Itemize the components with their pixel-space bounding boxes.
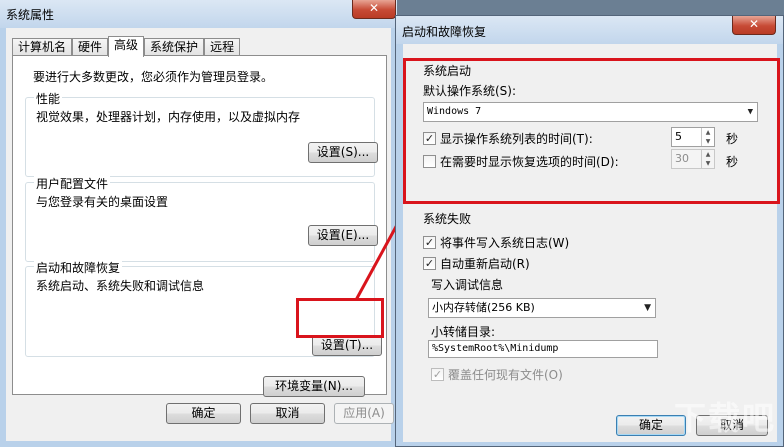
dump-dir-input[interactable]: %SystemRoot%\Minidump bbox=[428, 340, 658, 358]
close-button[interactable]: ✕ bbox=[352, 0, 396, 19]
debug-info-select[interactable]: 小内存转储(256 KB) ▼ bbox=[428, 298, 656, 318]
dropdown-arrow-icon: ▼ bbox=[644, 303, 651, 313]
select-value: Windows 7 bbox=[427, 106, 482, 117]
checkbox-label: 将事件写入系统日志(W) bbox=[440, 236, 570, 250]
os-list-time-spinner[interactable]: 5 ▲ ▼ bbox=[671, 127, 715, 147]
environment-variables-button[interactable]: 环境变量(N)... bbox=[263, 376, 365, 397]
tab-remote[interactable]: 远程 bbox=[204, 38, 241, 56]
dump-dir-label: 小转储目录: bbox=[431, 325, 496, 339]
cancel-button[interactable]: 取消 bbox=[250, 403, 325, 424]
startup-settings-button[interactable]: 设置(T)... bbox=[312, 335, 382, 356]
checkbox-label: 在需要时显示恢复选项的时间(D): bbox=[440, 155, 619, 169]
group-description: 与您登录有关的桌面设置 bbox=[36, 195, 169, 209]
user-profiles-group: 用户配置文件 与您登录有关的桌面设置 设置(E)... bbox=[25, 175, 378, 262]
profiles-settings-button[interactable]: 设置(E)... bbox=[308, 225, 378, 246]
tab-advanced[interactable]: 高级 bbox=[108, 36, 145, 57]
ok-button[interactable]: 确定 bbox=[166, 403, 241, 424]
window-title: 启动和故障恢复 bbox=[402, 25, 487, 39]
startup-recovery-window: 启动和故障恢复 ✕ 系统启动 默认操作系统(S): Windows 7 ▼ ✓ … bbox=[395, 15, 784, 447]
spinner-arrows-icon[interactable]: ▲ ▼ bbox=[701, 128, 714, 146]
window-title: 系统属性 bbox=[6, 8, 55, 22]
title-bar[interactable]: 启动和故障恢复 ✕ bbox=[396, 16, 783, 44]
spinner-value: 5 bbox=[675, 130, 682, 143]
close-button[interactable]: ✕ bbox=[732, 16, 776, 35]
apply-button[interactable]: 应用(A) bbox=[334, 403, 394, 424]
checkbox-icon: ✓ bbox=[423, 236, 436, 249]
title-bar[interactable]: 系统属性 ✕ bbox=[0, 0, 397, 28]
watermark: 下载吧 bbox=[673, 399, 776, 437]
show-recovery-checkbox[interactable]: 在需要时显示恢复选项的时间(D): bbox=[423, 153, 619, 170]
overwrite-checkbox: ✓ 覆盖任何现有文件(O) bbox=[431, 366, 563, 383]
startup-recovery-group: 启动和故障恢复 系统启动、系统失败和调试信息 设置(T)... bbox=[25, 259, 382, 357]
default-os-label: 默认操作系统(S): bbox=[423, 84, 517, 98]
select-value: 小内存转储(256 KB) bbox=[432, 301, 535, 314]
checkbox-icon: ✓ bbox=[423, 257, 436, 270]
checkbox-label: 自动重新启动(R) bbox=[440, 257, 530, 271]
group-legend: 用户配置文件 bbox=[34, 175, 111, 192]
group-description: 视觉效果，处理器计划，内存使用，以及虚拟内存 bbox=[36, 110, 301, 124]
tab-strip: 计算机名 硬件 高级 系统保护 远程 bbox=[12, 36, 241, 57]
advanced-tab-page: 要进行大多数更改，您必须作为管理员登录。 性能 视觉效果，处理器计划，内存使用，… bbox=[12, 55, 387, 397]
admin-notice: 要进行大多数更改，您必须作为管理员登录。 bbox=[33, 70, 274, 84]
checkbox-label: 覆盖任何现有文件(O) bbox=[448, 368, 563, 382]
window-client: 计算机名 硬件 高级 系统保护 远程 要进行大多数更改，您必须作为管理员登录。 … bbox=[6, 28, 394, 441]
performance-settings-button[interactable]: 设置(S)... bbox=[308, 142, 378, 163]
write-event-log-checkbox[interactable]: ✓ 将事件写入系统日志(W) bbox=[423, 234, 569, 251]
spinner-value: 30 bbox=[675, 152, 689, 165]
window-client: 系统启动 默认操作系统(S): Windows 7 ▼ ✓ 显示操作系统列表的时… bbox=[403, 44, 777, 442]
show-os-list-checkbox[interactable]: ✓ 显示操作系统列表的时间(T): bbox=[423, 130, 593, 147]
performance-group: 性能 视觉效果，处理器计划，内存使用，以及虚拟内存 设置(S)... bbox=[25, 90, 378, 177]
tab-hardware[interactable]: 硬件 bbox=[72, 38, 109, 56]
default-os-select[interactable]: Windows 7 ▼ bbox=[423, 102, 758, 122]
group-legend: 启动和故障恢复 bbox=[34, 259, 123, 276]
checkbox-icon: ✓ bbox=[431, 368, 444, 381]
tab-system-protection[interactable]: 系统保护 bbox=[144, 38, 205, 56]
system-failure-legend: 系统失败 bbox=[423, 212, 472, 226]
group-legend: 性能 bbox=[34, 90, 63, 107]
auto-restart-checkbox[interactable]: ✓ 自动重新启动(R) bbox=[423, 255, 530, 272]
system-startup-legend: 系统启动 bbox=[423, 64, 472, 78]
checkbox-icon: ✓ bbox=[423, 132, 436, 145]
checkbox-icon bbox=[423, 155, 436, 168]
group-description: 系统启动、系统失败和调试信息 bbox=[36, 279, 205, 293]
seconds-label: 秒 bbox=[726, 132, 739, 146]
debug-info-legend: 写入调试信息 bbox=[431, 278, 504, 292]
system-properties-window: 系统属性 ✕ 计算机名 硬件 高级 系统保护 远程 要进行大多数更改，您必须作为… bbox=[0, 0, 397, 447]
spinner-arrows-icon: ▲ ▼ bbox=[701, 150, 714, 168]
recovery-time-spinner: 30 ▲ ▼ bbox=[671, 149, 715, 169]
dropdown-arrow-icon: ▼ bbox=[747, 107, 753, 117]
tab-computer-name[interactable]: 计算机名 bbox=[12, 38, 73, 56]
checkbox-label: 显示操作系统列表的时间(T): bbox=[440, 132, 593, 146]
seconds-label: 秒 bbox=[726, 155, 739, 169]
